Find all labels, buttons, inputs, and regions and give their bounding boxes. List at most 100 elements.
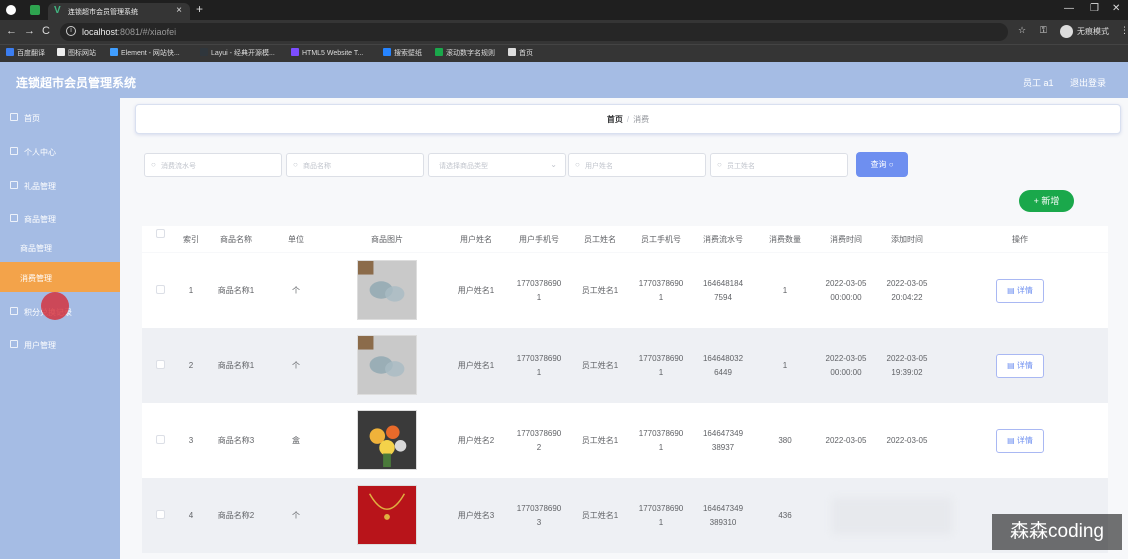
browser-menu-icon[interactable] [6,5,16,15]
product-name-search-input[interactable]: ○ 商品名称 [286,153,424,177]
add-button[interactable]: + 新增 [1019,190,1074,212]
sidebar-item-products-group[interactable]: 商品管理 [0,201,120,235]
row-checkbox[interactable] [156,285,165,294]
sidebar-item-label: 商品管理 [24,215,56,224]
cell-staff: 员工姓名1 [581,360,619,370]
detail-button[interactable]: ▤ 详情 [996,279,1044,303]
bookmark-item[interactable]: 百度翻译 [6,48,45,60]
cell-user-phone: 1770378690 2 [508,403,570,478]
flow-line: 164647349 [702,503,744,513]
mouse-cursor-highlight [41,292,69,320]
back-icon[interactable]: ← [6,25,17,37]
phone-line: 1770378690 [516,278,562,288]
row-checkbox[interactable] [156,360,165,369]
reload-icon[interactable]: C [42,25,50,37]
category-select[interactable]: 请选择商品类型 ⌄ [428,153,566,177]
cell-staff: 员工姓名1 [581,435,619,445]
new-tab-icon[interactable]: + [196,2,203,16]
bookmark-item[interactable]: Element - 网站快... [110,48,180,60]
select-placeholder: 请选择商品类型 [439,163,488,170]
flow-line: 389310 [709,517,737,527]
bookmark-favicon-icon [110,48,118,56]
search-icon: ○ [151,160,156,169]
column-header: 单位 [288,235,304,244]
users-icon [10,340,18,348]
column-header: 员工姓名 [584,235,616,244]
sidebar-item-home[interactable]: 首页 [0,100,120,134]
cell-unit: 盒 [292,435,300,445]
bookmark-item[interactable]: 滚动数字名规则 [435,48,495,60]
column-header: 消费流水号 [703,235,743,244]
bookmark-item[interactable]: 首页 [508,48,533,60]
sidebar-subitem-products[interactable]: 商品管理 [0,232,120,262]
cell-qty: 436 [778,510,792,520]
incognito-profile[interactable]: 无痕模式 [1060,24,1118,40]
bookmark-favicon-icon [200,48,208,56]
cell-staff-phone: 1770378690 1 [630,328,692,403]
cell-product: 商品名称1 [217,285,255,295]
row-checkbox[interactable] [156,435,165,444]
bookmark-item[interactable]: 图标网站 [57,48,96,60]
detail-label: 详情 [1016,286,1033,295]
column-header: 操作 [1012,235,1028,244]
bookmark-favicon-icon [6,48,14,56]
cell-staff-phone: 1770378690 1 [630,253,692,328]
sidebar-item-profile[interactable]: 个人中心 [0,134,120,168]
product-thumbnail [357,410,417,470]
key-icon[interactable]: ⚿ [1040,25,1047,36]
cell-staff: 员工姓名1 [581,510,619,520]
cell-added: 2022-03-05 20:04:22 [876,253,938,328]
column-header: 员工手机号 [641,235,681,244]
bookmark-item[interactable]: Layui - 经典开源模... [200,48,275,60]
cell-user-phone: 1770378690 3 [508,478,570,553]
breadcrumb-home[interactable]: 首页 [607,115,623,124]
cell-index: 3 [188,435,194,445]
sidebar: 首页 个人中心 礼品管理 商品管理 商品管理 消费管理 积分兑换记录 用户管理 [0,98,120,559]
cell-user-phone: 1770378690 1 [508,328,570,403]
search-icon: ○ [717,160,722,169]
cell-qty: 1 [782,360,788,370]
table-row: 2 商品名称1 个 用户姓名1 1770378690 1 员工姓名1 177037… [142,328,1108,403]
sidebar-subitem-consumption[interactable]: 消费管理 [0,262,120,292]
flow-no-search-input[interactable]: ○ 消费流水号 [144,153,282,177]
phone-line: 1 [536,292,542,302]
detail-icon: ▤ [1007,436,1015,445]
restore-icon[interactable]: ❐ [1090,3,1099,14]
sidebar-item-users[interactable]: 用户管理 [0,327,120,361]
forward-icon[interactable]: → [24,25,35,37]
minimize-icon[interactable]: — [1064,3,1074,14]
table-row: 4 商品名称2 个 用户姓名3 1770378690 3 员工姓名1 177037… [142,478,1108,553]
bookmark-item[interactable]: 搜索壁纸 [383,48,422,60]
select-all-checkbox[interactable] [156,229,165,238]
user-name-search-input[interactable]: ○ 用户姓名 [568,153,706,177]
logout-link[interactable]: 退出登录 [1070,76,1106,89]
bookmark-star-icon[interactable]: ☆ [1018,25,1026,36]
detail-button[interactable]: ▤ 详情 [996,429,1044,453]
column-header: 添加时间 [891,235,923,244]
search-icon: ○ [888,160,894,169]
app-title: 连锁超市会员管理系统 [16,76,137,90]
site-info-icon[interactable]: i [66,26,76,36]
phone-line: 2 [536,442,542,452]
detail-button[interactable]: ▤ 详情 [996,354,1044,378]
close-window-icon[interactable]: ✕ [1112,3,1120,14]
close-tab-icon[interactable]: × [176,5,182,16]
sidebar-item-gifts[interactable]: 礼品管理 [0,168,120,202]
search-button[interactable]: 查询 ○ [856,152,908,177]
time-line: 2022-03-05 [886,278,928,288]
breadcrumb-separator: / [626,115,630,124]
row-checkbox[interactable] [156,510,165,519]
phone-line: 1770378690 [638,428,684,438]
bookmark-item[interactable]: HTML5 Website T... [291,48,363,60]
bookmark-favicon-icon [435,48,443,56]
incognito-icon [1060,25,1073,38]
browser-kebab-icon[interactable]: ⋮ [1120,25,1128,36]
tab-group-icon[interactable] [30,5,40,15]
column-header: 用户手机号 [519,235,559,244]
flow-line: 6449 [714,367,732,377]
browser-tab[interactable]: V 连锁超市会员管理系统 × [48,3,190,20]
bookmark-favicon-icon [57,48,65,56]
cell-added: 2022-03-05 [876,403,938,478]
staff-name-search-input[interactable]: ○ 员工姓名 [710,153,848,177]
url-field[interactable]: i localhost:8081/#/xiaofei [60,23,1008,41]
